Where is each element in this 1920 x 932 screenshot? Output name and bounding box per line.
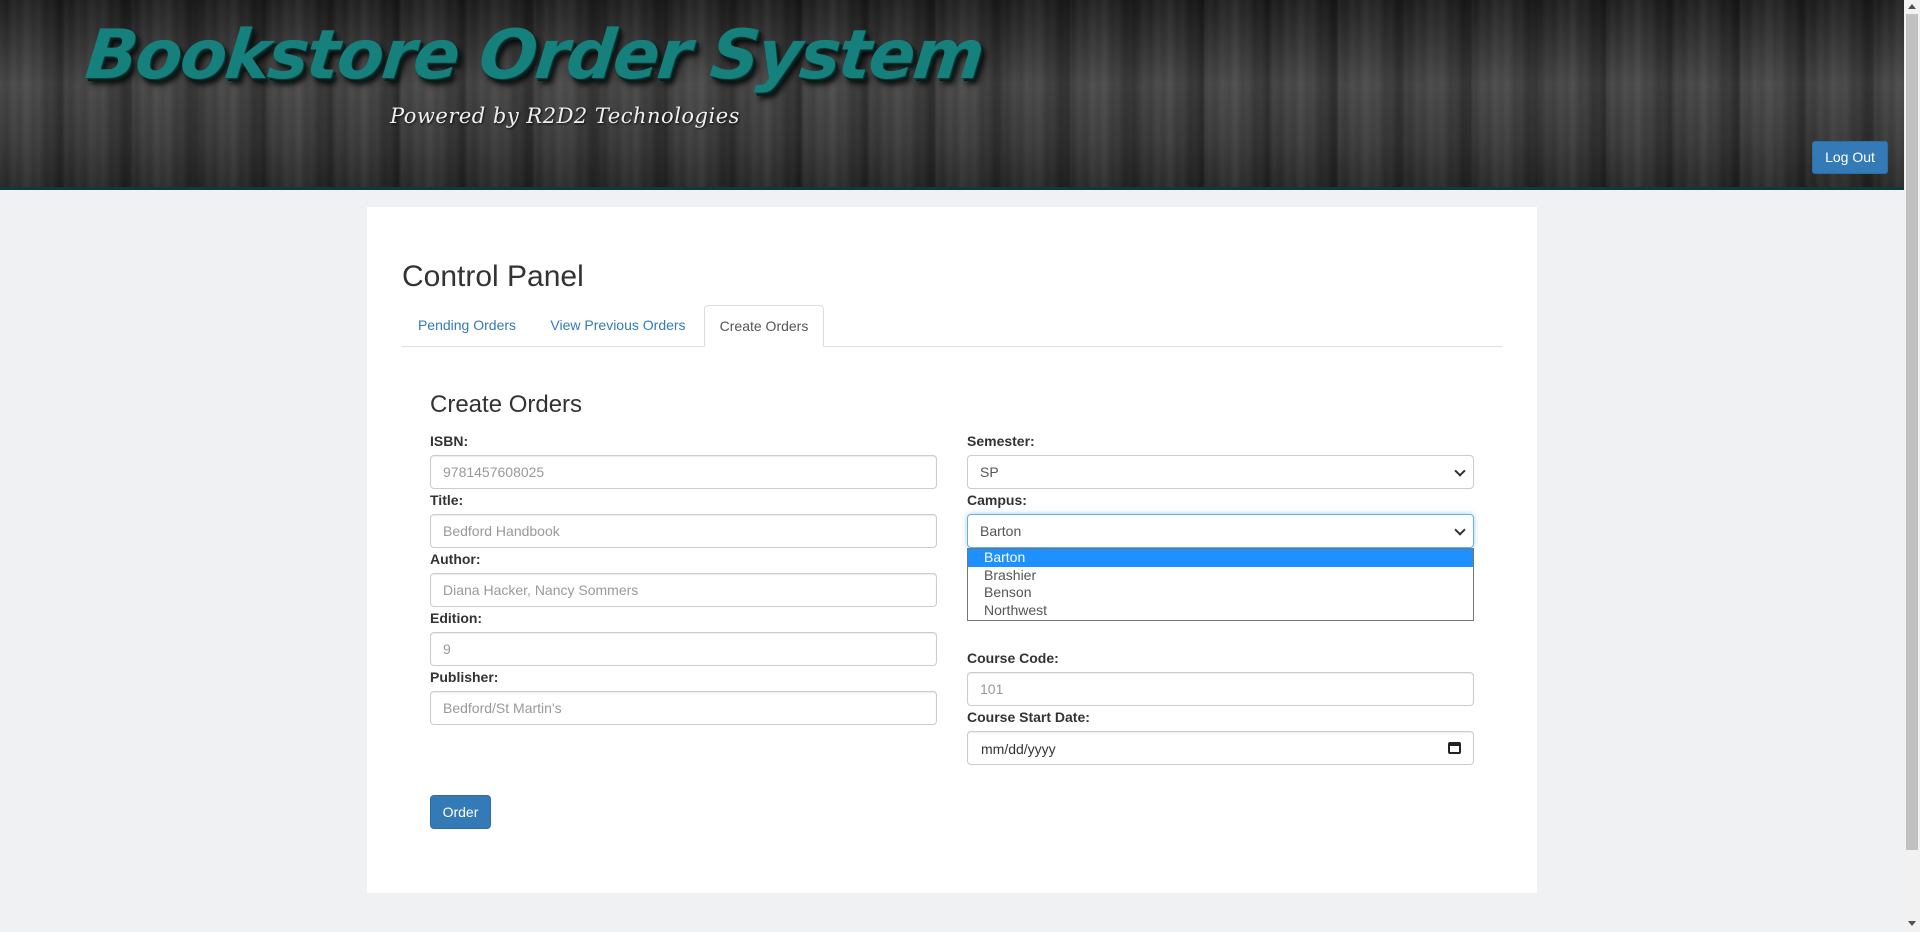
publisher-label: Publisher: [430, 669, 499, 685]
tab-pending-orders[interactable]: Pending Orders [402, 305, 532, 347]
create-orders-heading: Create Orders [430, 391, 583, 418]
course-code-input[interactable] [967, 672, 1474, 706]
semester-select[interactable]: SP [967, 455, 1474, 489]
scrollbar-thumb[interactable] [1906, 14, 1918, 850]
semester-label: Semester: [967, 433, 1035, 449]
chevron-down-icon [1454, 524, 1466, 536]
page-title: Control Panel [402, 260, 584, 293]
campus-select[interactable]: Barton [967, 514, 1474, 548]
isbn-input[interactable] [430, 455, 937, 489]
scroll-up-arrow-icon[interactable] [1908, 4, 1916, 9]
tab-create-orders[interactable]: Create Orders [704, 305, 824, 347]
title-input[interactable] [430, 514, 937, 548]
semester-select-value: SP [980, 464, 999, 480]
title-label: Title: [430, 492, 464, 508]
campus-option-barton[interactable]: Barton [968, 549, 1473, 567]
date-placeholder-text: mm/dd/yyyy [981, 741, 1056, 757]
course-code-label: Course Code: [967, 650, 1059, 666]
logout-button[interactable]: Log Out [1812, 141, 1888, 174]
course-start-date-label: Course Start Date: [967, 709, 1090, 725]
chevron-down-icon [1454, 465, 1466, 477]
edition-label: Edition: [430, 610, 483, 626]
author-label: Author: [430, 551, 481, 567]
tab-bar: Pending Orders View Previous Orders Crea… [402, 305, 1502, 347]
control-panel-container: Control Panel Pending Orders View Previo… [367, 207, 1537, 893]
app-logo-subtitle: Powered by R2D2 Technologies [390, 104, 740, 128]
campus-label: Campus: [967, 492, 1027, 508]
campus-option-benson[interactable]: Benson [968, 584, 1473, 602]
isbn-label: ISBN: [430, 433, 469, 449]
tab-view-previous-orders[interactable]: View Previous Orders [532, 305, 704, 347]
order-button[interactable]: Order [430, 795, 491, 829]
edition-input[interactable] [430, 632, 937, 666]
author-input[interactable] [430, 573, 937, 607]
calendar-icon[interactable] [1448, 742, 1461, 754]
campus-dropdown-list[interactable]: Barton Brashier Benson Northwest [967, 548, 1474, 621]
app-logo-title: Bookstore Order System [81, 16, 987, 95]
campus-option-northwest[interactable]: Northwest [968, 602, 1473, 620]
header-banner: Bookstore Order System Powered by R2D2 T… [0, 0, 1904, 190]
publisher-input[interactable] [430, 691, 937, 725]
campus-option-brashier[interactable]: Brashier [968, 567, 1473, 585]
page-scrollbar[interactable] [1904, 0, 1920, 932]
course-start-date-input[interactable]: mm/dd/yyyy [967, 731, 1474, 765]
scroll-down-arrow-icon[interactable] [1908, 921, 1916, 926]
campus-select-value: Barton [980, 523, 1022, 539]
